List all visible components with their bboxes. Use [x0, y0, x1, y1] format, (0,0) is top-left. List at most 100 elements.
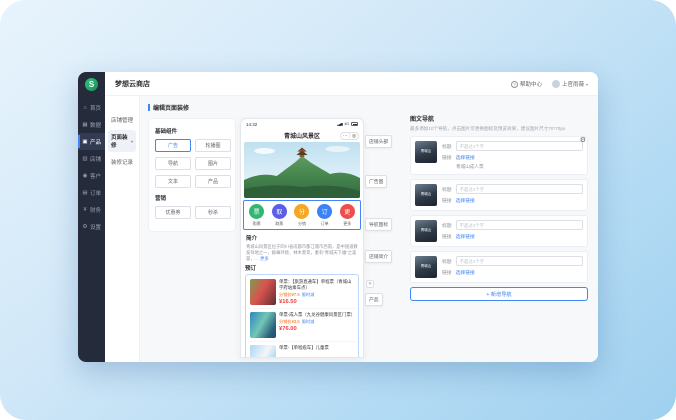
page-title: 梦想云商店	[115, 79, 150, 89]
sidebar-item-product[interactable]: ▣产品	[78, 133, 105, 150]
order-icon: ▤	[82, 190, 88, 196]
nav-thumbnail[interactable]: 青城山	[415, 184, 437, 206]
component-tag-icon-nav[interactable]: 导航图标	[365, 218, 392, 231]
chevron-down-icon: ▾	[131, 139, 133, 144]
product-icon: ▣	[82, 139, 88, 145]
sidebar-item-finance[interactable]: ¥财务	[78, 201, 105, 218]
sidebar-item-store[interactable]: ▥店铺	[78, 150, 105, 167]
main-sidebar: S ⌂首页 ▦数据 ▣产品 ▥店铺 ◉客户 ▤订单 ¥财务 ⚙设置	[78, 72, 105, 362]
sidebar-item-home[interactable]: ⌂首页	[78, 99, 105, 116]
selected-link-value: 青城山成人票	[456, 164, 583, 170]
target-icon: ◎	[352, 133, 356, 139]
component-tag-store-header[interactable]: 店铺头部	[365, 135, 392, 148]
sidebar-item-order[interactable]: ▤订单	[78, 184, 105, 201]
promo-badge: 限时减	[302, 292, 315, 297]
delete-component-icon[interactable]: ✕	[366, 280, 374, 288]
choose-link-button[interactable]: 选择链接	[456, 233, 475, 240]
miniapp-capsule[interactable]: ⋯◎	[340, 132, 359, 140]
product-row[interactable]: 单票：【旅游直通车】单程票（青城山学府站乘车点） 分销价¥7.5限时减 ¥16.…	[248, 276, 356, 308]
icon-nav-component-selected[interactable]: 票 购票 取 取票 分 分销 订 订单	[243, 200, 361, 230]
gear-icon[interactable]: ⚙	[580, 136, 586, 144]
sidebar-item-data[interactable]: ▦数据	[78, 116, 105, 133]
component-tag-ad-image[interactable]: 广告图	[365, 175, 387, 188]
phone-time: 14:32	[246, 122, 257, 127]
home-icon: ⌂	[82, 105, 88, 111]
distribution-icon: 分	[294, 204, 309, 219]
top-header: 梦想云商店 ? 帮助中心 上官雨薇 ▾	[105, 72, 598, 96]
nav-item-collect-ticket[interactable]: 取 取票	[269, 204, 289, 227]
subnav-decorate-history[interactable]: 装修记录	[108, 155, 136, 169]
sidebar-item-customer[interactable]: ◉客户	[78, 167, 105, 184]
nav-item-distribution[interactable]: 分 分销	[292, 204, 312, 227]
secondary-nav: 店铺管理 页面装修▾ 装修记录	[105, 96, 140, 362]
nav-config-panel: 图文导航 最多添加10个导航，点击图片可更换图标及预览效果，建议图片尺寸70*7…	[410, 114, 588, 301]
subnav-page-decorate[interactable]: 页面装修▾	[108, 130, 136, 152]
palette-btn-coupon[interactable]: 优惠券	[155, 206, 191, 219]
component-tag-product[interactable]: 产品	[365, 293, 383, 306]
product-image	[250, 345, 276, 358]
nav-thumbnail[interactable]: 青城山	[415, 256, 437, 278]
network-label: 4G	[344, 122, 349, 126]
palette-btn-carousel[interactable]: 轮播图	[195, 139, 231, 152]
chevron-down-icon: ▾	[586, 82, 588, 87]
settings-icon: ⚙	[82, 224, 88, 230]
phone-preview: 14:32 ▂▄▆ 4G 青城山风景区 ⋯◎	[240, 118, 364, 358]
nav-title-input[interactable]	[456, 141, 583, 151]
choose-link-button[interactable]: 选择链接	[456, 269, 475, 276]
finance-icon: ¥	[82, 207, 88, 213]
more-icon: 更	[340, 204, 355, 219]
app-logo: S	[85, 78, 98, 91]
sidebar-item-settings[interactable]: ⚙设置	[78, 218, 105, 235]
intro-section: 简介 青城山风景区位于四川省成都市都江堰市西南，是中国道教发祥地之一，群峰环绕、…	[246, 234, 358, 263]
palette-btn-nav[interactable]: 导航	[155, 157, 191, 170]
booking-section: 预订 单票：【旅游直通车】单程票（青城山学府站乘车点） 分销价¥7.5限时减 ¥…	[245, 264, 359, 358]
product-image	[250, 312, 276, 338]
battery-icon	[351, 122, 358, 126]
orders-icon: 订	[317, 204, 332, 219]
product-row[interactable]: 单票-【单程缆车】儿童票	[248, 341, 356, 358]
palette-btn-flash-sale[interactable]: 秒杀	[195, 206, 231, 219]
username: 上官雨薇	[562, 80, 584, 88]
nav-title-input[interactable]	[456, 256, 583, 266]
nav-config-row: 青城山 标题 链接选择链接	[410, 251, 588, 283]
palette-btn-text[interactable]: 文本	[155, 175, 191, 188]
editor-canvas: 编辑页面装修 基础组件 广告 轮播图 导航 图片 文本 产品 营销 优惠券 秒杀	[140, 96, 598, 362]
help-center-link[interactable]: ? 帮助中心	[511, 80, 542, 88]
subnav-store-manage[interactable]: 店铺管理	[108, 113, 136, 127]
intro-more-link[interactable]: 更多	[260, 256, 269, 261]
nav-title-input[interactable]	[456, 220, 583, 230]
promo-badge: 限时减	[302, 319, 315, 324]
nav-config-row: 青城山 标题 链接选择链接 青城山成人票	[410, 136, 588, 175]
palette-group-marketing: 营销	[155, 194, 229, 202]
nav-thumbnail[interactable]: 青城山	[415, 141, 437, 163]
user-menu[interactable]: 上官雨薇 ▾	[552, 80, 588, 88]
palette-btn-image[interactable]: 图片	[195, 157, 231, 170]
store-icon: ▥	[82, 156, 88, 162]
phone-statusbar: 14:32 ▂▄▆ 4G	[241, 119, 363, 129]
choose-link-button[interactable]: 选择链接	[456, 154, 475, 161]
nav-item-more[interactable]: 更 更多	[337, 204, 357, 227]
mountain-scene-illustration	[244, 142, 360, 198]
nav-item-buy-ticket[interactable]: 票 购票	[247, 204, 267, 227]
customer-icon: ◉	[82, 173, 88, 179]
product-image	[250, 279, 276, 305]
product-list-component-selected[interactable]: 单票：【旅游直通车】单程票（青城山学府站乘车点） 分销价¥7.5限时减 ¥16.…	[245, 274, 359, 358]
nav-title-input[interactable]	[456, 184, 583, 194]
choose-link-button[interactable]: 选择链接	[456, 197, 475, 204]
marketing-backdrop: S ⌂首页 ▦数据 ▣产品 ▥店铺 ◉客户 ▤订单 ¥财务 ⚙设置 梦想云商店 …	[0, 0, 676, 420]
collect-icon: 取	[272, 204, 287, 219]
nav-config-row: 青城山 标题 链接选择链接	[410, 179, 588, 211]
signal-icon: ▂▄▆	[337, 122, 342, 126]
phone-titlebar: 青城山风景区 ⋯◎	[241, 129, 363, 142]
palette-btn-product[interactable]: 产品	[195, 175, 231, 188]
palette-btn-ad[interactable]: 广告	[155, 139, 191, 152]
title-accent-bar	[148, 104, 150, 111]
hero-banner-image[interactable]	[244, 142, 360, 198]
product-row[interactable]: 单票-成人票（九龙谷健康风景区门票） 分销价¥3.5限时减 ¥76.00	[248, 308, 356, 341]
more-icon: ⋯	[343, 133, 348, 139]
component-tag-store-intro[interactable]: 店铺简介	[365, 250, 392, 263]
avatar	[552, 80, 560, 88]
nav-thumbnail[interactable]: 青城山	[415, 220, 437, 242]
nav-item-orders[interactable]: 订 订单	[315, 204, 335, 227]
add-nav-button[interactable]: + 新增导航	[410, 287, 588, 301]
